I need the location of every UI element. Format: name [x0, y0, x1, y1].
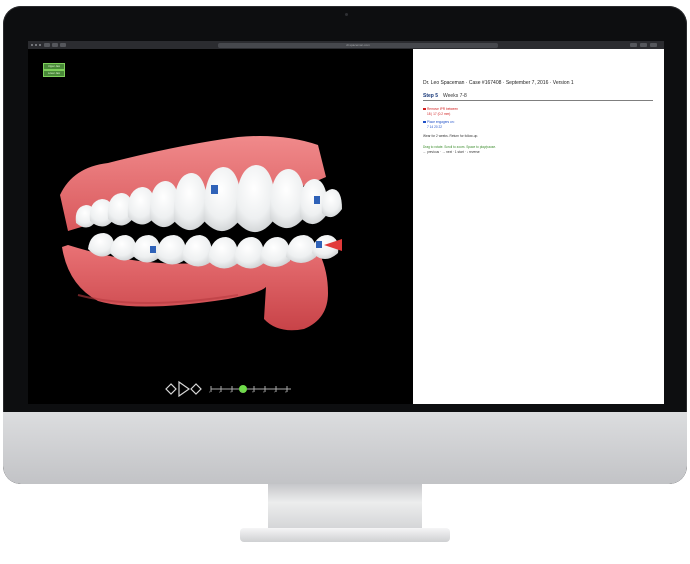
monitor-chin: [3, 412, 687, 484]
engager-note: Place engagers on:: [423, 120, 454, 124]
maximize-dot-icon[interactable]: [39, 44, 41, 46]
back-button[interactable]: [44, 43, 50, 47]
tick-label: 4: [241, 391, 243, 394]
new-tab-button[interactable]: [650, 43, 657, 47]
3d-viewer[interactable]: Upper Jaw Lower Jaw 1 2 3 4 5 6 7 8: [28, 49, 413, 404]
close-dot-icon[interactable]: [31, 44, 33, 46]
engager-note-text: Place engagers on:: [427, 120, 455, 124]
engager-marker: [211, 185, 218, 194]
engager-square-icon: [423, 120, 426, 124]
case-title: Dr. Leo Spaceman · Case #167408 · Septem…: [423, 80, 574, 86]
tick-label: 6: [263, 391, 265, 394]
play-icon: [178, 380, 191, 398]
forward-button[interactable]: [52, 43, 58, 47]
engager-detail: 7 14 20 22: [427, 125, 443, 129]
case-info-panel: Dr. Leo Spaceman · Case #167408 · Septem…: [413, 49, 664, 404]
keyboard-hint: ← previous · → next · 1 start · ↓ revers…: [423, 150, 480, 154]
address-text: dr.spaceman.com: [346, 42, 370, 47]
weeks-label: Weeks 7-8: [443, 93, 467, 99]
ipr-note-text: Remove IPR between: [427, 107, 459, 111]
playback-controls: [165, 380, 291, 398]
step-label: Step 5: [423, 93, 439, 99]
tick-label: 5: [252, 391, 254, 394]
engager-marker: [314, 196, 320, 204]
wear-note: Wear for 2 weeks. Return for follow-up.: [423, 134, 479, 138]
tick-label: 7: [274, 391, 276, 394]
step-back-icon: [165, 383, 177, 395]
address-bar[interactable]: dr.spaceman.com: [218, 42, 498, 48]
dental-model[interactable]: [28, 49, 413, 404]
ipr-detail: 18 | 17 (0.2 mm): [427, 112, 451, 116]
engager-marker: [316, 241, 322, 248]
monitor-foot: [240, 528, 450, 542]
engager-marker: [150, 246, 156, 253]
tabs-button[interactable]: [640, 43, 647, 47]
tick-label: 8: [285, 391, 287, 394]
minimize-dot-icon[interactable]: [35, 44, 37, 46]
camera-dot: [345, 13, 348, 16]
browser-toolbar: dr.spaceman.com: [28, 41, 664, 49]
tick-label: 3: [230, 391, 232, 394]
divider: [423, 100, 653, 101]
share-button[interactable]: [630, 43, 637, 47]
sidebar-button[interactable]: [60, 43, 66, 47]
step-forward-icon: [190, 383, 202, 395]
ipr-note: Remove IPR between: [423, 107, 458, 111]
tick-label: 2: [219, 391, 221, 394]
ipr-square-icon: [423, 107, 426, 111]
controls-hint: Drag to rotate. Scroll to zoom. Space to…: [423, 145, 496, 149]
monitor-stand: [268, 484, 422, 530]
tick-label: 1: [209, 391, 211, 394]
screen: dr.spaceman.com Upper Jaw Lower Jaw 1 2 …: [28, 41, 664, 404]
